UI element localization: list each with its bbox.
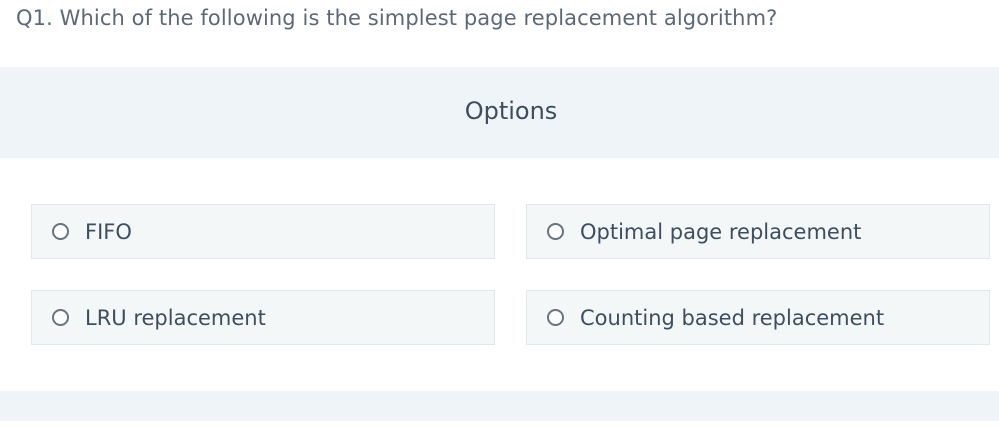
option-label: Counting based replacement <box>580 305 885 330</box>
radio-button[interactable] <box>547 309 564 326</box>
option-label: LRU replacement <box>85 305 266 330</box>
option-optimal-page-replacement[interactable]: Optimal page replacement <box>526 204 990 259</box>
footer-band <box>0 391 999 421</box>
radio-button[interactable] <box>52 223 69 240</box>
option-fifo[interactable]: FIFO <box>31 204 495 259</box>
options-header: Options <box>0 67 999 158</box>
question-text: Q1. Which of the following is the simple… <box>16 6 778 30</box>
radio-button[interactable] <box>547 223 564 240</box>
option-counting-based-replacement[interactable]: Counting based replacement <box>526 290 990 345</box>
options-title: Options <box>464 97 558 125</box>
option-lru-replacement[interactable]: LRU replacement <box>31 290 495 345</box>
option-label: FIFO <box>85 219 132 244</box>
option-label: Optimal page replacement <box>580 219 862 244</box>
radio-button[interactable] <box>52 309 69 326</box>
quiz-page: Q1. Which of the following is the simple… <box>0 0 999 433</box>
